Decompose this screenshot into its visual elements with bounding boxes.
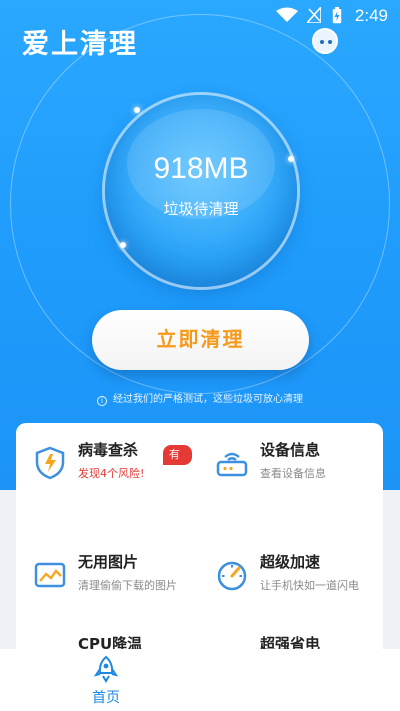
feature-device-info[interactable]: 设备信息 查看设备信息 xyxy=(204,429,374,499)
app-title: 爱上清理 xyxy=(22,29,138,60)
virus-shield-icon xyxy=(35,446,65,480)
feature-grid: 病毒查杀 发现4个风险! 有风险 设备信息 查看设备信息 无用图片 清理偷偷下载… xyxy=(16,423,383,683)
device-router-icon xyxy=(216,452,248,477)
notice-text: 经过我们的严格测试，这些垃圾可放心清理 xyxy=(113,394,303,405)
tab-home[interactable]: 首页 xyxy=(78,653,134,709)
avatar-icon[interactable] xyxy=(312,28,338,54)
avatar-eye xyxy=(328,40,332,44)
rocket-icon xyxy=(94,655,118,683)
junk-circle xyxy=(105,95,297,287)
speedometer-icon xyxy=(217,561,247,591)
feature-title: 无用图片 xyxy=(78,553,139,571)
feature-subtitle: 查看设备信息 xyxy=(260,467,326,480)
feature-super-boost[interactable]: 超级加速 让手机快如一道闪电 xyxy=(204,541,374,611)
tab-home-label: 首页 xyxy=(92,690,120,706)
wifi-icon xyxy=(276,7,298,22)
glow-dot xyxy=(120,242,126,248)
junk-label: 垃圾待清理 xyxy=(163,200,239,218)
feature-subtitle: 发现4个风险! xyxy=(78,467,145,480)
avatar-eye xyxy=(320,40,324,44)
glow-dot xyxy=(134,107,140,113)
feature-title: 病毒查杀 xyxy=(78,441,139,459)
feature-title: 设备信息 xyxy=(260,441,321,459)
risk-badge: 有风险 xyxy=(163,445,192,501)
feature-subtitle: 让手机快如一道闪电 xyxy=(260,579,359,592)
signal-off-icon xyxy=(307,7,321,23)
image-icon xyxy=(34,562,66,588)
clean-now-button[interactable]: 立即清理 xyxy=(92,310,309,370)
notice: i 经过我们的严格测试，这些垃圾可放心清理 xyxy=(0,390,400,406)
status-time: 2:49 xyxy=(354,6,388,25)
bottom-tab-bar: 首页 xyxy=(0,649,400,711)
feature-title: 超级加速 xyxy=(260,553,321,571)
feature-subtitle: 清理偷偷下载的图片 xyxy=(78,579,177,592)
feature-useless-images[interactable]: 无用图片 清理偷偷下载的图片 xyxy=(22,541,192,611)
info-icon: i xyxy=(97,396,107,406)
hero-header: 2:49 爱上清理 918MB 垃圾待清理 立即清理 i 经过我们的严格测试，这些… xyxy=(0,0,400,490)
feature-virus-scan[interactable]: 病毒查杀 发现4个风险! 有风险 xyxy=(22,429,192,501)
battery-charging-icon xyxy=(332,7,342,24)
junk-size: 918MB xyxy=(153,152,249,185)
